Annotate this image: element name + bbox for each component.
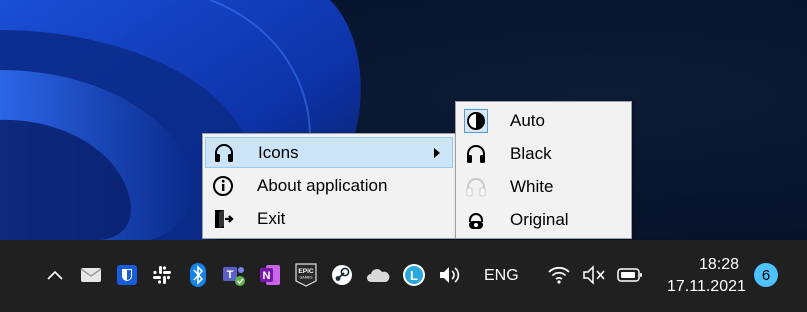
svg-text:EPIC: EPIC (298, 268, 313, 275)
headphones-black-icon (464, 142, 488, 166)
svg-text:N: N (263, 270, 271, 282)
wifi-icon[interactable] (546, 262, 572, 288)
chevron-up-icon[interactable] (42, 262, 68, 288)
submenu-item-white[interactable]: White (458, 171, 629, 202)
menu-item-exit[interactable]: Exit (205, 203, 453, 234)
exit-icon (211, 207, 235, 231)
submenu-item-auto[interactable]: Auto (458, 105, 629, 136)
submenu-item-auto-label: Auto (510, 110, 545, 130)
mute-icon[interactable] (581, 262, 607, 288)
l-app-icon[interactable]: L (401, 262, 427, 288)
menu-item-about-label: About application (257, 175, 388, 195)
menu-item-icons[interactable]: Icons (205, 137, 453, 168)
contrast-icon (464, 108, 488, 133)
svg-text:L: L (410, 268, 418, 283)
slack-icon[interactable] (149, 262, 175, 288)
menu-item-about[interactable]: About application (205, 170, 453, 201)
headphones-original-icon (464, 208, 488, 232)
submenu-item-black-label: Black (510, 143, 552, 163)
battery-icon[interactable] (617, 262, 643, 288)
headphones-white-icon (464, 175, 488, 199)
submenu-item-original[interactable]: Original (458, 204, 629, 235)
svg-text:GAMES: GAMES (300, 276, 314, 280)
clock-time[interactable]: 18:28 (699, 256, 739, 274)
notification-badge[interactable]: 6 (754, 263, 778, 287)
svg-text:T: T (227, 269, 234, 281)
submenu-item-black[interactable]: Black (458, 138, 629, 169)
mail-icon[interactable] (78, 262, 104, 288)
bitwarden-icon[interactable] (114, 262, 140, 288)
taskbar: T N EPIC GAMES L ENG 18:28 17.11.2021 (0, 240, 807, 312)
onedrive-icon[interactable] (365, 262, 391, 288)
teams-icon[interactable]: T (221, 262, 247, 288)
clock-date[interactable]: 17.11.2021 (667, 278, 746, 296)
submenu-item-original-label: Original (510, 209, 569, 229)
icons-submenu: Auto Black White Original (455, 101, 632, 239)
submenu-item-white-label: White (510, 176, 554, 196)
menu-item-icons-label: Icons (258, 142, 299, 162)
speaker-icon[interactable] (437, 262, 463, 288)
submenu-arrow-icon (434, 147, 440, 158)
context-menu: Icons About application Exit (202, 133, 456, 239)
menu-item-exit-label: Exit (257, 208, 286, 228)
bluetooth-icon[interactable] (185, 262, 211, 288)
onenote-icon[interactable]: N (257, 262, 283, 288)
info-icon (211, 174, 235, 198)
headphones-icon (212, 141, 236, 165)
steam-icon[interactable] (329, 262, 355, 288)
language-indicator[interactable]: ENG (484, 267, 519, 285)
epic-games-icon[interactable]: EPIC GAMES (293, 262, 319, 288)
